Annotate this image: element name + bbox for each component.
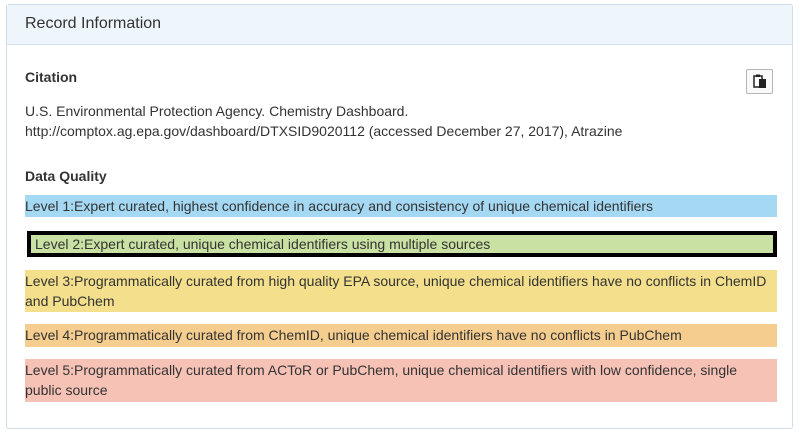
copy-citation-button[interactable] [746, 69, 773, 94]
citation-text: U.S. Environmental Protection Agency. Ch… [25, 101, 725, 141]
panel-title: Record Information [7, 5, 792, 45]
data-quality-heading: Data Quality [25, 168, 107, 184]
copy-clipboard-icon [752, 74, 767, 89]
data-quality-level-1: Level 1:Expert curated, highest confiden… [25, 195, 777, 217]
record-information-panel: Record Information Citation U.S. Environ… [6, 4, 793, 429]
citation-line-2: http://comptox.ag.epa.gov/dashboard/DTXS… [25, 123, 623, 139]
data-quality-level-4: Level 4:Programmatically curated from Ch… [25, 324, 777, 347]
citation-heading: Citation [25, 69, 78, 85]
data-quality-level-3: Level 3:Programmatically curated from hi… [25, 270, 777, 312]
data-quality-level-2-selected: Level 2:Expert curated, unique chemical … [27, 231, 777, 257]
data-quality-level-5: Level 5:Programmatically curated from AC… [25, 359, 777, 402]
citation-line-1: U.S. Environmental Protection Agency. Ch… [25, 103, 409, 119]
